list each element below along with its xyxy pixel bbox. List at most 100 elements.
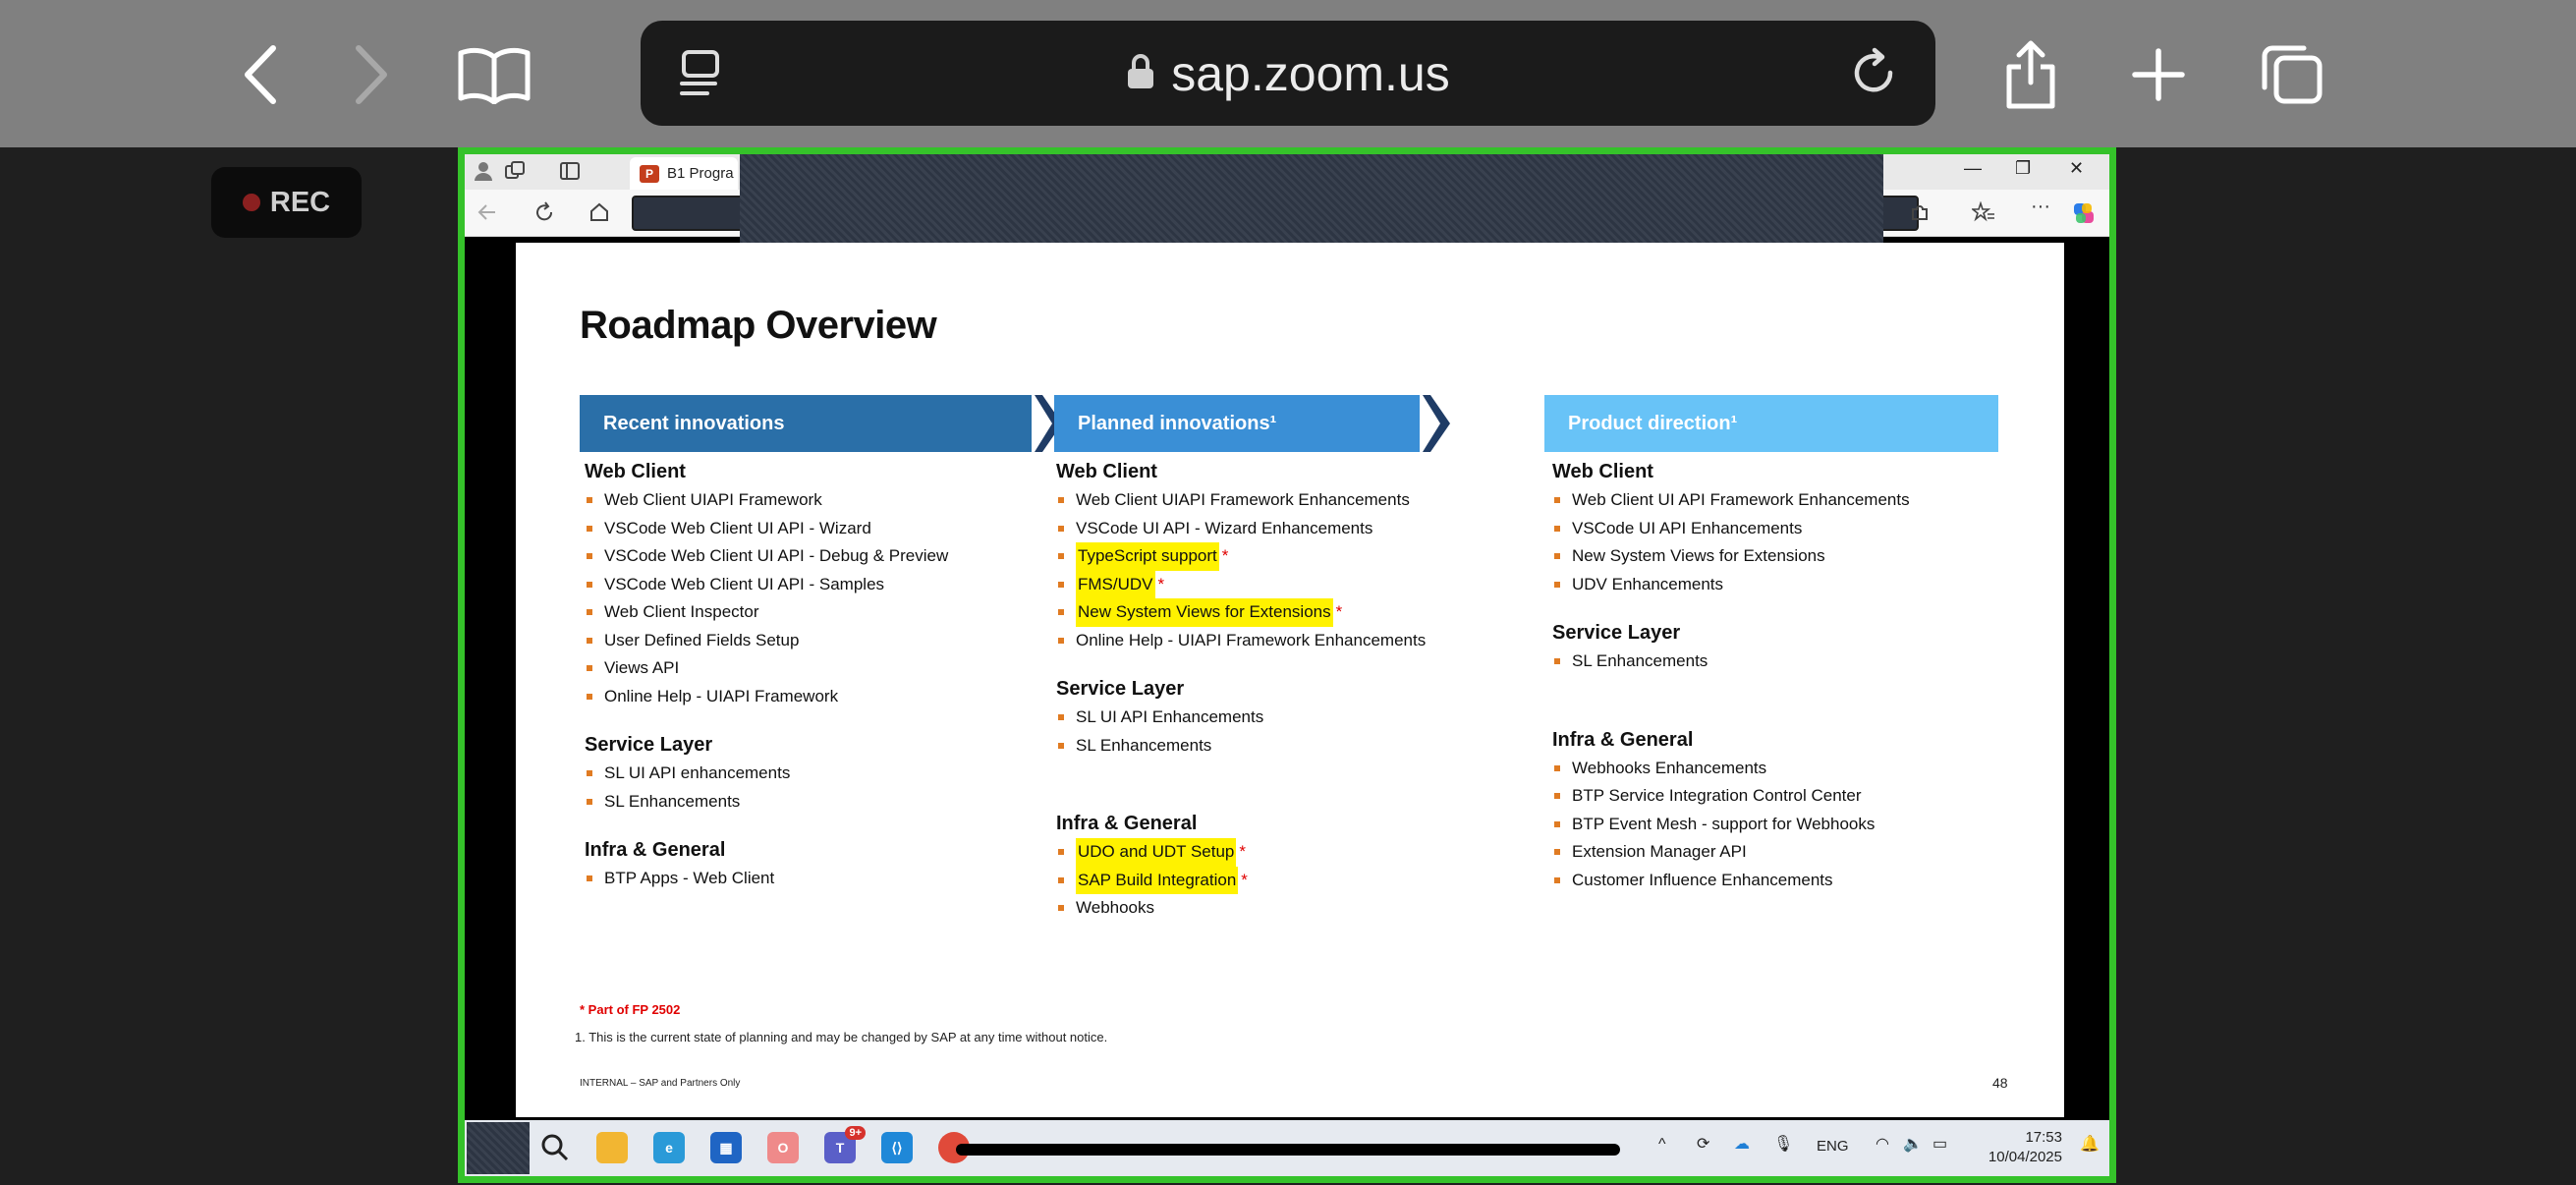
item-text: New System Views for Extensions xyxy=(1572,546,1825,565)
shared-screen: P B1 Progra — ❐ ✕ ··· Roadmap Overview R… xyxy=(458,147,2116,1183)
file-explorer-icon[interactable] xyxy=(596,1132,628,1163)
bullet-icon xyxy=(1058,714,1064,721)
section-list: BTP Apps - Web Client xyxy=(580,865,1041,893)
bullet-icon xyxy=(587,693,592,700)
back-icon[interactable] xyxy=(476,201,498,228)
volume-icon[interactable]: 🔈 xyxy=(1903,1134,1923,1154)
list-item: BTP Apps - Web Client xyxy=(580,865,1041,893)
bullet-icon xyxy=(587,525,592,532)
slide-title: Roadmap Overview xyxy=(580,304,937,347)
item-text: SL Enhancements xyxy=(604,791,741,811)
onedrive-icon[interactable]: ☁ xyxy=(1734,1134,1750,1154)
edge-icon[interactable]: e xyxy=(653,1132,685,1163)
bookmarks-icon[interactable] xyxy=(455,37,533,112)
forward-icon[interactable] xyxy=(332,37,411,112)
share-icon[interactable] xyxy=(1991,37,2070,112)
list-item: Web Client UIAPI Framework xyxy=(580,486,1041,515)
item-text: SL Enhancements xyxy=(1572,651,1708,670)
list-item: SL UI API enhancements xyxy=(580,760,1041,788)
browser-tab-active[interactable]: P B1 Progra xyxy=(630,157,738,190)
notification-bell-icon[interactable]: 🔔 xyxy=(2080,1134,2100,1154)
fp-marker: * xyxy=(1335,602,1343,621)
section-list: SL UI API enhancements SL Enhancements xyxy=(580,760,1041,816)
list-item: Webhooks xyxy=(1051,894,1513,923)
list-item: New System Views for Extensions xyxy=(1547,542,2009,571)
bullet-icon xyxy=(1058,525,1064,532)
list-item: BTP Service Integration Control Center xyxy=(1547,782,2009,811)
outlook-icon[interactable]: O xyxy=(767,1132,799,1163)
chevron-up-icon[interactable]: ^ xyxy=(1658,1136,1666,1154)
item-text: Web Client UIAPI Framework xyxy=(604,490,822,509)
bullet-icon xyxy=(587,637,592,644)
list-item: SL Enhancements xyxy=(1547,648,2009,676)
profile-icon[interactable] xyxy=(473,160,494,187)
address-bar[interactable]: sap.zoom.us xyxy=(641,21,1935,126)
section-title: Web Client xyxy=(1056,461,1157,482)
tab-actions-icon[interactable] xyxy=(559,160,581,187)
wifi-icon[interactable]: ◠ xyxy=(1876,1134,1889,1154)
item-text: UDO and UDT Setup xyxy=(1076,838,1237,867)
fp-marker: * xyxy=(1157,574,1165,593)
fp-marker: * xyxy=(1241,870,1248,889)
sync-icon[interactable]: ⟳ xyxy=(1697,1134,1709,1154)
safari-toolbar: sap.zoom.us xyxy=(0,0,2576,147)
minimize-icon[interactable]: — xyxy=(1964,158,1982,179)
search-icon[interactable] xyxy=(539,1132,571,1163)
reload-icon[interactable] xyxy=(1847,46,1900,104)
list-item: VSCode Web Client UI API - Debug & Previ… xyxy=(580,542,1041,571)
close-icon[interactable]: ✕ xyxy=(2069,158,2084,179)
bullet-icon xyxy=(1058,609,1064,616)
tab-switcher-icon[interactable] xyxy=(2252,37,2330,112)
record-dot-icon xyxy=(242,194,260,211)
item-text: Views API xyxy=(604,658,680,677)
workspaces-icon[interactable] xyxy=(504,160,526,187)
list-item: SL Enhancements xyxy=(580,788,1041,817)
restore-icon[interactable]: ❐ xyxy=(2015,158,2031,179)
url-text[interactable]: sap.zoom.us xyxy=(1171,45,1449,102)
item-text: Web Client UI API Framework Enhancements xyxy=(1572,490,1910,509)
list-item: Online Help - UIAPI Framework xyxy=(580,683,1041,711)
extensions-icon[interactable] xyxy=(1909,201,1931,228)
classification-label: INTERNAL – SAP and Partners Only xyxy=(580,1078,741,1089)
microphone-icon[interactable]: 🎙 xyxy=(1773,1134,1793,1154)
item-text: Web Client Inspector xyxy=(604,602,759,621)
list-item: Web Client Inspector xyxy=(580,598,1041,627)
planning-footnote: 1. This is the current state of planning… xyxy=(575,1030,1108,1044)
copilot-icon[interactable] xyxy=(2072,201,2096,230)
bullet-icon xyxy=(587,581,592,588)
column-header-planned: Planned innovations¹ xyxy=(1054,395,1420,452)
store-icon[interactable]: ▦ xyxy=(710,1132,742,1163)
item-text: SL UI API Enhancements xyxy=(1076,707,1264,726)
refresh-icon[interactable] xyxy=(533,201,555,228)
back-icon[interactable] xyxy=(221,37,300,112)
battery-icon[interactable]: ▭ xyxy=(1932,1134,1947,1154)
section-list: Web Client UI API Framework Enhancements… xyxy=(1547,486,2009,598)
more-icon[interactable]: ··· xyxy=(2031,196,2050,218)
recording-indicator: REC xyxy=(211,167,362,238)
column-header-direction: Product direction¹ xyxy=(1544,395,1998,452)
home-icon[interactable] xyxy=(588,201,610,228)
bullet-icon xyxy=(1554,764,1560,771)
bullet-icon xyxy=(587,553,592,560)
teams-icon[interactable]: T 9+ xyxy=(824,1126,866,1163)
clock[interactable]: 17:53 10/04/2025 xyxy=(1988,1128,2062,1167)
new-tab-icon[interactable] xyxy=(2119,37,2198,112)
list-item: VSCode Web Client UI API - Wizard xyxy=(580,515,1041,543)
list-item: VSCode UI API - Wizard Enhancements xyxy=(1051,515,1513,543)
bullet-icon xyxy=(1058,849,1064,856)
list-item: BTP Event Mesh - support for Webhooks xyxy=(1547,811,2009,839)
section-title: Service Layer xyxy=(1552,622,1681,644)
vscode-icon[interactable]: ⟨⟩ xyxy=(881,1132,913,1163)
fp-footnote: * Part of FP 2502 xyxy=(580,1002,681,1017)
item-text: SL UI API enhancements xyxy=(604,763,791,782)
item-text: Online Help - UIAPI Framework Enhancemen… xyxy=(1076,630,1427,649)
video-scrubber[interactable] xyxy=(956,1144,1620,1156)
section-list: SL Enhancements xyxy=(1547,648,2009,676)
language-indicator[interactable]: ENG xyxy=(1817,1138,1849,1155)
favorites-icon[interactable] xyxy=(1970,200,1995,228)
bullet-icon xyxy=(587,798,592,805)
bullet-icon xyxy=(1554,849,1560,856)
presentation-slide: Roadmap Overview Recent innovations Plan… xyxy=(516,243,2064,1117)
bullet-icon xyxy=(587,497,592,504)
bullet-icon xyxy=(587,875,592,882)
